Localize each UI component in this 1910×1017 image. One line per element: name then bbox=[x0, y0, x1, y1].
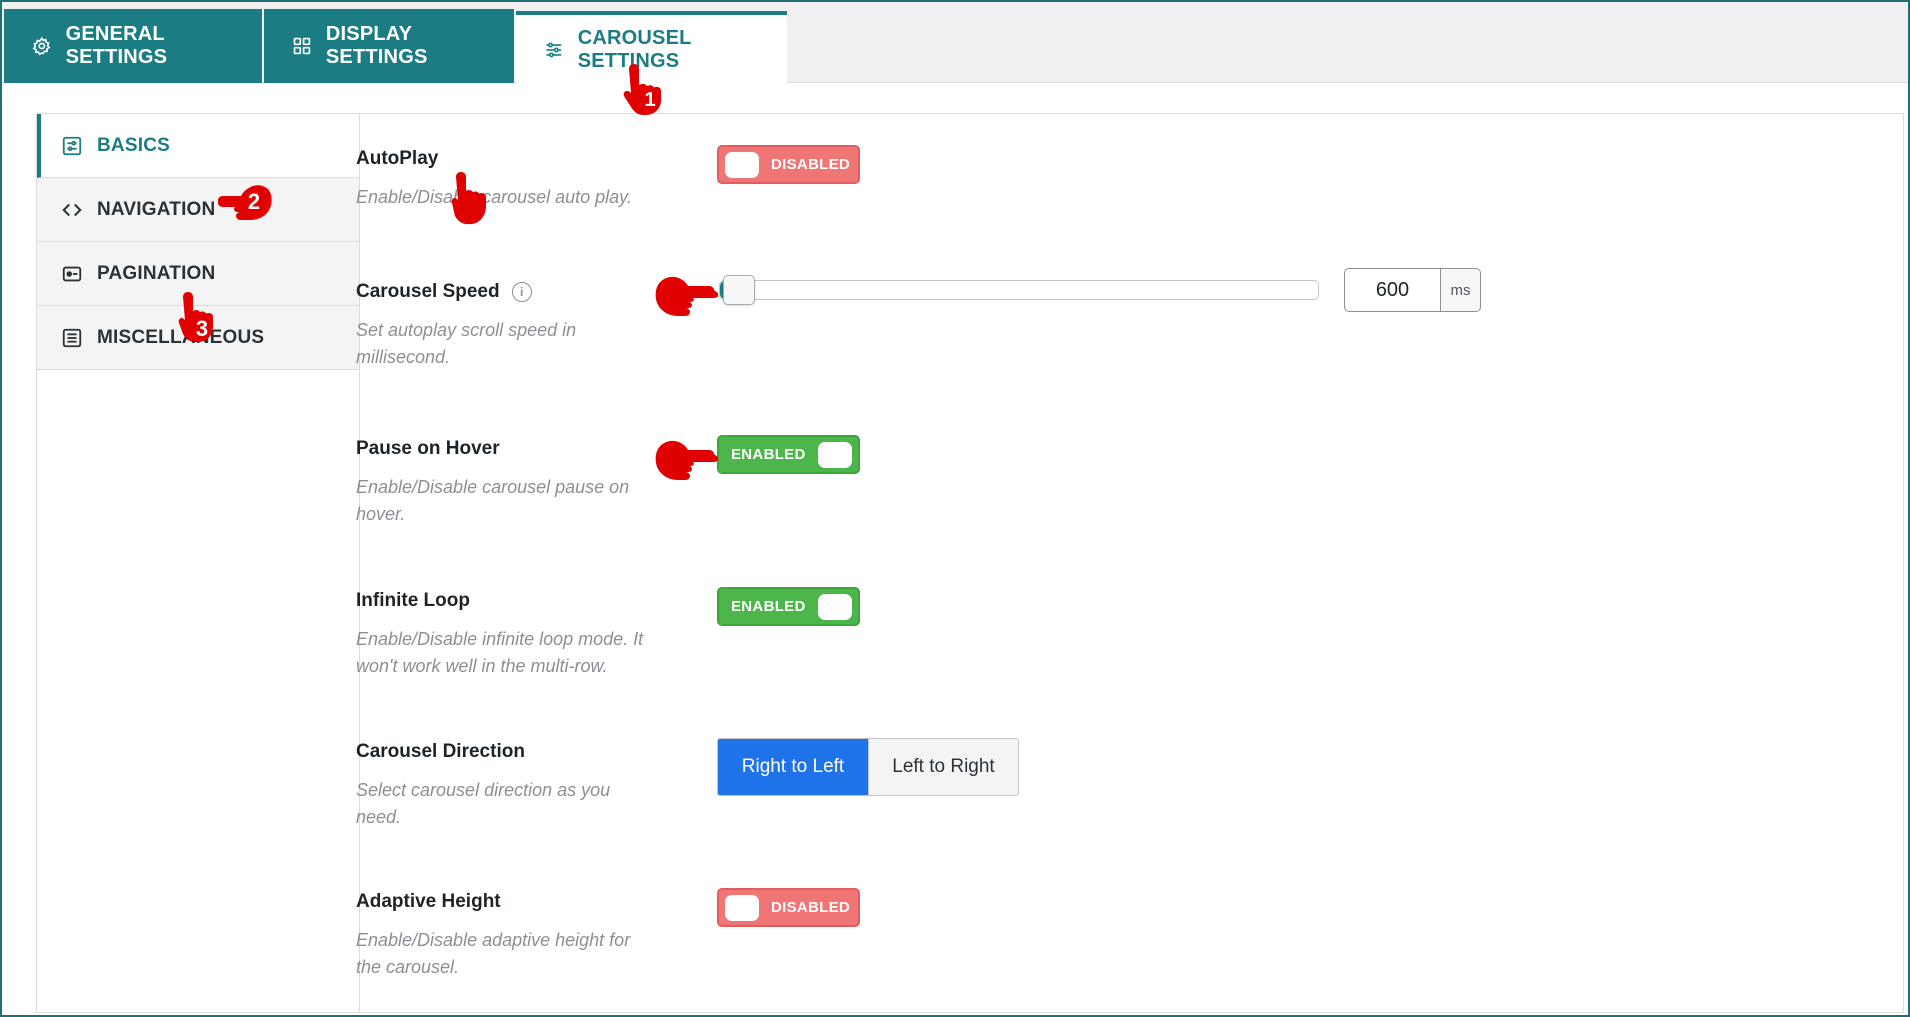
setting-description: Enable/Disable adaptive height for the c… bbox=[356, 930, 631, 977]
subnav-item-pagination-label: PAGINATION bbox=[97, 262, 216, 284]
setting-description: Enable/Disable carousel pause on hover. bbox=[356, 477, 630, 524]
toggle-state-label: ENABLED bbox=[731, 446, 806, 463]
subnav-item-basics[interactable]: BASICS bbox=[37, 114, 359, 178]
carousel-speed-value[interactable]: 600 bbox=[1345, 269, 1441, 311]
setting-title: Carousel Direction bbox=[356, 741, 525, 762]
annotation-hand-pointer-up-icon bbox=[451, 172, 486, 225]
pagination-icon bbox=[62, 266, 82, 281]
setting-title: Carousel Speed i bbox=[356, 281, 656, 303]
setting-description: Enable/Disable infinite loop mode. It wo… bbox=[356, 629, 644, 676]
toggle-state-label: DISABLED bbox=[771, 899, 851, 916]
subnav-item-basics-label: BASICS bbox=[97, 134, 170, 156]
toggle-knob bbox=[818, 594, 852, 620]
setting-title: Infinite Loop bbox=[356, 590, 470, 611]
annotation-hand-pointer-left-icon: 2 bbox=[218, 185, 272, 220]
grid-icon bbox=[293, 37, 311, 55]
tab-general-settings-label: GENERAL SETTINGS bbox=[65, 23, 168, 68]
tab-display-settings[interactable]: DISPLAY SETTINGS bbox=[264, 9, 514, 83]
carousel-speed-input[interactable]: 600 ms bbox=[1344, 268, 1481, 312]
gear-icon bbox=[32, 36, 51, 56]
settings-tab-bar: GENERAL SETTINGS DISPLAY SETTINGS CAROUS… bbox=[2, 2, 1908, 84]
setting-title: AutoPlay bbox=[356, 148, 439, 169]
infinite-loop-toggle[interactable]: ENABLED bbox=[717, 587, 860, 626]
annotation-hand-pointer-right-icon bbox=[655, 276, 718, 316]
toggle-state-label: ENABLED bbox=[731, 598, 806, 615]
slider-handle[interactable] bbox=[722, 275, 755, 305]
annotation-number: 1 bbox=[644, 89, 655, 111]
setting-adaptive-height: Adaptive Height Enable/Disable adaptive … bbox=[356, 891, 656, 981]
direction-right-to-left-button[interactable]: Right to Left bbox=[718, 739, 868, 795]
setting-title-text: Carousel Speed bbox=[356, 281, 500, 302]
tab-display-settings-label: DISPLAY SETTINGS bbox=[325, 23, 428, 68]
setting-description: Select carousel direction as you need. bbox=[356, 780, 611, 827]
toggle-knob bbox=[818, 442, 852, 468]
toggle-state-label: DISABLED bbox=[771, 156, 851, 173]
sliders-box-icon bbox=[62, 136, 82, 155]
setting-carousel-speed: Carousel Speed i Set autoplay scroll spe… bbox=[356, 281, 656, 371]
annotation-number: 2 bbox=[248, 189, 260, 214]
carousel-subnav: BASICS NAVIGATION PAGINATION MISCELLANEO… bbox=[37, 114, 360, 1012]
carousel-speed-unit: ms bbox=[1441, 269, 1480, 311]
toggle-knob bbox=[725, 152, 759, 178]
setting-autoplay: AutoPlay Enable/Disable carousel auto pl… bbox=[356, 148, 656, 211]
subnav-item-navigation-label: NAVIGATION bbox=[97, 198, 216, 220]
carousel-direction-selector: Right to Left Left to Right bbox=[717, 738, 1019, 796]
setting-carousel-direction: Carousel Direction Select carousel direc… bbox=[356, 741, 656, 831]
autoplay-toggle[interactable]: DISABLED bbox=[717, 145, 860, 184]
tab-general-settings[interactable]: GENERAL SETTINGS bbox=[4, 9, 262, 83]
annotation-hand-pointer-up-icon: 1 bbox=[623, 64, 661, 115]
annotation-hand-pointer-up-icon: 3 bbox=[178, 292, 213, 343]
code-arrows-icon bbox=[62, 203, 82, 216]
carousel-speed-slider[interactable] bbox=[719, 275, 1319, 305]
setting-title: Adaptive Height bbox=[356, 891, 501, 912]
setting-description: Enable/Disable carousel auto play. bbox=[356, 187, 632, 207]
annotation-number: 3 bbox=[196, 316, 208, 341]
toggle-knob bbox=[725, 895, 759, 921]
setting-infinite-loop: Infinite Loop Enable/Disable infinite lo… bbox=[356, 590, 656, 680]
settings-panel: BASICS NAVIGATION PAGINATION MISCELLANEO… bbox=[36, 113, 1904, 1013]
setting-title: Pause on Hover bbox=[356, 438, 500, 459]
pause-on-hover-toggle[interactable]: ENABLED bbox=[717, 435, 860, 474]
list-icon bbox=[62, 328, 82, 347]
annotation-hand-pointer-right-icon bbox=[655, 440, 718, 480]
direction-left-to-right-button[interactable]: Left to Right bbox=[868, 739, 1018, 795]
subnav-item-navigation[interactable]: NAVIGATION bbox=[37, 178, 359, 242]
setting-pause-on-hover: Pause on Hover Enable/Disable carousel p… bbox=[356, 438, 656, 528]
setting-description: Set autoplay scroll speed in millisecond… bbox=[356, 320, 577, 367]
adaptive-height-toggle[interactable]: DISABLED bbox=[717, 888, 860, 927]
info-icon[interactable]: i bbox=[511, 282, 532, 302]
sliders-icon bbox=[546, 42, 562, 57]
app-frame: GENERAL SETTINGS DISPLAY SETTINGS CAROUS… bbox=[0, 0, 1910, 1017]
